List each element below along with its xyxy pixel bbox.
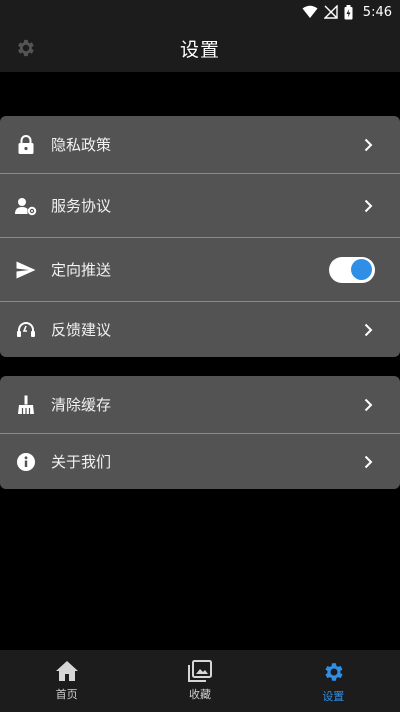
gear-icon (325, 663, 343, 681)
user-settings-icon (15, 195, 37, 217)
toggle-knob (351, 259, 372, 280)
nav-tab-home[interactable]: 首页 (0, 650, 133, 712)
settings-item-label: 关于我们 (51, 453, 112, 471)
settings-item-service-agreement[interactable]: 服务协议 (0, 173, 400, 237)
settings-group-1: 隐私政策 服务协议 定向推送 反馈建议 (0, 116, 400, 357)
chevron-right-icon (362, 398, 374, 412)
nav-tab-settings[interactable]: 设置 (267, 650, 400, 712)
settings-item-about-us[interactable]: 关于我们 (0, 433, 400, 489)
settings-item-clear-cache[interactable]: 清除缓存 (0, 376, 400, 433)
broom-icon (15, 394, 37, 416)
chevron-right-icon (362, 323, 374, 337)
nav-tab-label: 首页 (55, 688, 78, 701)
settings-item-label: 反馈建议 (51, 321, 112, 339)
nav-tab-label: 设置 (322, 690, 345, 703)
chevron-right-icon (362, 199, 374, 213)
status-bar: 5:46 (0, 0, 400, 24)
lock-icon (15, 134, 37, 156)
wifi-icon (302, 5, 318, 18)
settings-item-label: 清除缓存 (51, 396, 112, 414)
send-icon (15, 259, 37, 281)
app-bar: 设置 (0, 24, 400, 72)
settings-item-label: 定向推送 (51, 261, 112, 279)
support-icon (15, 319, 37, 341)
settings-item-label: 隐私政策 (51, 136, 112, 154)
settings-item-privacy-policy[interactable]: 隐私政策 (0, 116, 400, 173)
nav-tab-label: 收藏 (188, 688, 211, 701)
bottom-navigation: 首页 收藏 设置 (0, 650, 400, 712)
settings-item-targeted-push: 定向推送 (0, 237, 400, 301)
targeted-push-toggle[interactable] (329, 256, 375, 283)
page-title: 设置 (179, 38, 220, 61)
gear-icon (18, 39, 34, 57)
settings-item-label: 服务协议 (51, 197, 112, 215)
collection-icon (187, 660, 212, 682)
nav-tab-collection[interactable]: 收藏 (133, 650, 266, 712)
settings-item-feedback[interactable]: 反馈建议 (0, 301, 400, 357)
chevron-right-icon (362, 455, 374, 469)
status-time: 5:46 (362, 4, 392, 20)
chevron-right-icon (362, 138, 374, 152)
settings-group-2: 清除缓存 关于我们 (0, 376, 400, 489)
no-signal-icon (323, 5, 338, 19)
home-icon (55, 661, 78, 681)
info-icon (15, 451, 37, 473)
battery-charging-icon (344, 4, 353, 19)
